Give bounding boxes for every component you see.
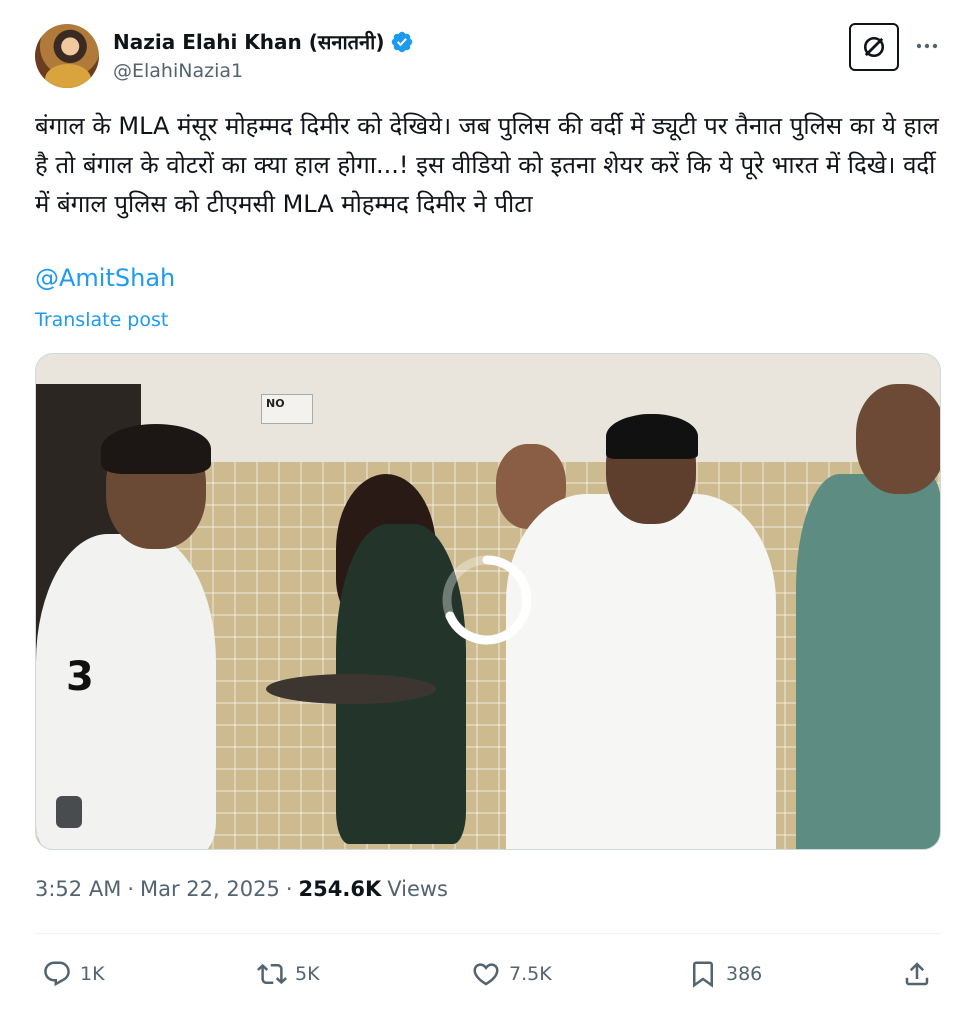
- grok-icon: [863, 36, 885, 58]
- heart-icon: [473, 963, 499, 986]
- repost-icon: [257, 963, 287, 985]
- repost-button[interactable]: 5K: [257, 954, 320, 994]
- post-date[interactable]: Mar 22, 2025: [140, 877, 280, 901]
- more-button[interactable]: [912, 34, 942, 58]
- video-scene-table: [266, 674, 436, 704]
- meta-separator: ·: [285, 877, 293, 901]
- video-person: [856, 384, 940, 494]
- like-button[interactable]: 7.5K: [471, 954, 552, 994]
- video-scene-sign: NO: [261, 394, 313, 424]
- translate-post-link[interactable]: Translate post: [35, 309, 168, 331]
- loading-spinner-icon: [442, 555, 532, 645]
- video-person: [606, 414, 698, 459]
- more-icon: [916, 43, 938, 49]
- grok-button[interactable]: [849, 23, 899, 71]
- jersey-number: 3: [66, 654, 94, 700]
- reply-icon: [44, 961, 70, 987]
- bookmark-icon: [693, 961, 713, 988]
- meta-separator: ·: [127, 877, 135, 901]
- author-handle[interactable]: @ElahiNazia1: [113, 60, 243, 82]
- share-icon: [905, 962, 929, 986]
- author-display-name[interactable]: Nazia Elahi Khan (सनातनी): [113, 28, 384, 55]
- repost-count: 5K: [295, 963, 320, 985]
- video-person: [101, 424, 211, 474]
- post-text: बंगाल के MLA मंसूर मोहम्मद दिमीर को देखि…: [35, 112, 939, 218]
- like-count: 7.5K: [509, 963, 552, 985]
- video-person: [796, 474, 940, 849]
- reply-button[interactable]: 1K: [42, 954, 105, 994]
- post-meta: 3:52 AM · Mar 22, 2025 · 254.6K Views: [35, 877, 448, 901]
- author-name-row: Nazia Elahi Khan (सनातनी): [113, 28, 414, 55]
- video-person: [506, 494, 776, 849]
- author-avatar[interactable]: [35, 24, 99, 88]
- video-player[interactable]: NO 3: [35, 353, 941, 850]
- mute-button[interactable]: [56, 796, 82, 828]
- share-button[interactable]: [902, 954, 932, 994]
- bookmark-count: 386: [726, 963, 763, 985]
- divider: [35, 933, 941, 934]
- mention-link[interactable]: @AmitShah: [35, 264, 175, 292]
- views-label: Views: [387, 877, 448, 901]
- reply-count: 1K: [80, 963, 105, 985]
- bookmark-button[interactable]: 386: [688, 954, 762, 994]
- views-count: 254.6K: [298, 877, 382, 901]
- verified-badge-icon: [392, 31, 413, 52]
- post-time[interactable]: 3:52 AM: [35, 877, 121, 901]
